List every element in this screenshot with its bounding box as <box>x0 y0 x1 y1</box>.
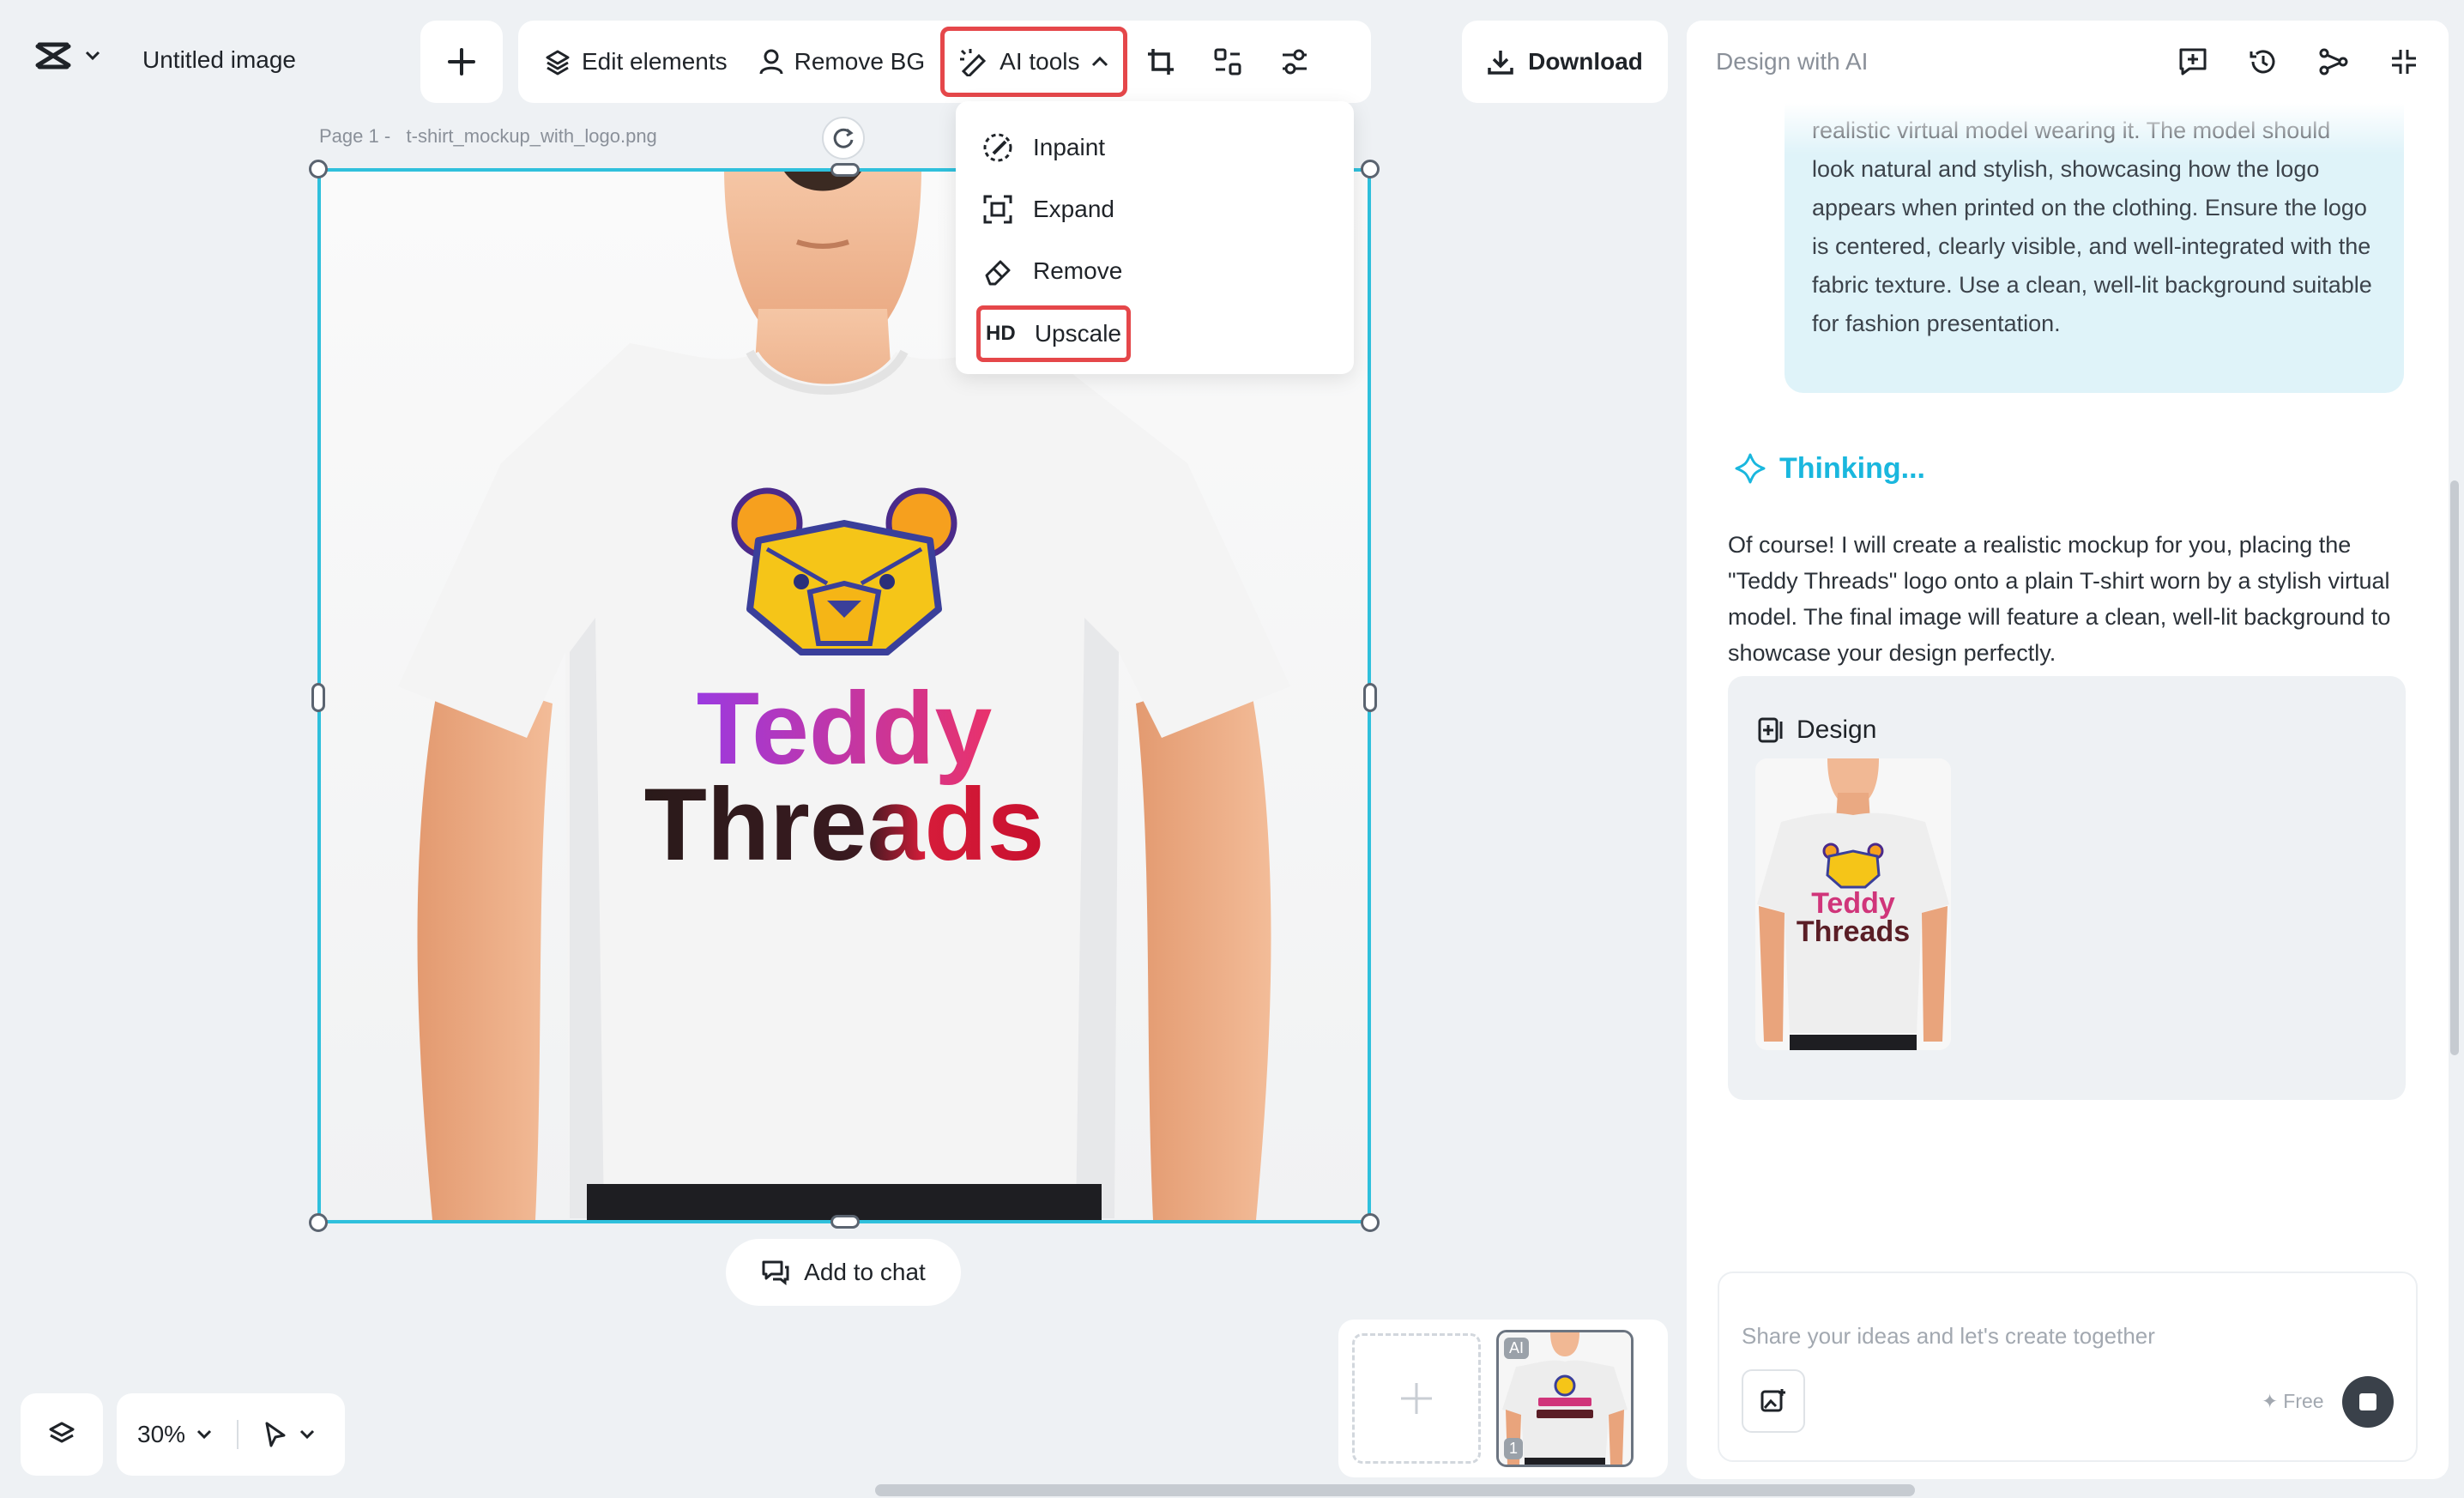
rotate-handle[interactable] <box>822 117 865 160</box>
inpaint-icon <box>981 131 1014 164</box>
ai-tools-menu: Inpaint Expand Remove HD Upscale <box>956 101 1354 374</box>
chevron-down-icon[interactable] <box>196 1429 213 1441</box>
resize-handle-bottom-left[interactable] <box>309 1213 328 1232</box>
pointer-icon[interactable] <box>263 1421 288 1448</box>
thinking-indicator: Thinking... <box>1733 451 1925 486</box>
download-button[interactable]: Download <box>1462 21 1668 103</box>
remove-bg-button[interactable]: Remove BG <box>743 31 941 93</box>
file-name: t-shirt_mockup_with_logo.png <box>406 125 657 147</box>
chevron-down-icon <box>84 50 101 62</box>
design-result-card[interactable]: Design Teddy Threads <box>1728 676 2406 1100</box>
document-title[interactable]: Untitled image <box>142 46 296 74</box>
design-preview-image[interactable]: Teddy Threads <box>1755 758 1951 1050</box>
resize-handle-bottom-right[interactable] <box>1361 1213 1380 1232</box>
design-preview-graphic: Teddy Threads <box>1755 758 1951 1050</box>
panel-header: Design with AI <box>1687 21 2449 103</box>
arrange-icon <box>1213 47 1242 76</box>
zoom-controls: 30% <box>117 1393 345 1476</box>
magic-pen-icon <box>958 47 989 76</box>
page-label: Page 1 - t-shirt_mockup_with_logo.png <box>319 125 657 147</box>
chevron-down-icon[interactable] <box>299 1429 316 1441</box>
edit-elements-button[interactable]: Edit elements <box>528 31 743 93</box>
edit-elements-label: Edit elements <box>582 48 728 75</box>
ai-spark-icon <box>1733 451 1767 486</box>
free-label: ✦ Free <box>2262 1390 2324 1412</box>
zoom-level[interactable]: 30% <box>137 1421 185 1448</box>
horizontal-scrollbar[interactable] <box>875 1484 1915 1496</box>
chat-input-box[interactable]: Share your ideas and let's create togeth… <box>1718 1271 2418 1462</box>
download-label: Download <box>1528 48 1643 75</box>
new-chat-icon[interactable] <box>2177 46 2208 77</box>
edit-toolbar: Edit elements Remove BG AI tools <box>518 21 1371 103</box>
page-number-badge: 1 <box>1504 1438 1524 1459</box>
resize-handle-right[interactable] <box>1363 683 1377 712</box>
assistant-reply: Of course! I will create a realistic moc… <box>1728 532 2391 666</box>
capcut-logo-icon <box>34 41 72 70</box>
add-button[interactable] <box>420 21 503 103</box>
design-label: Design <box>1757 716 1876 745</box>
panel-title: Design with AI <box>1716 48 1869 75</box>
collapse-icon[interactable] <box>2389 46 2419 77</box>
page-thumbnail[interactable]: AI 1 <box>1496 1330 1634 1467</box>
menu-item-inpaint[interactable]: Inpaint <box>975 117 1335 178</box>
upload-image-button[interactable] <box>1742 1369 1805 1433</box>
ai-badge: AI <box>1504 1338 1530 1359</box>
preview-logo-line2: Threads <box>1797 915 1910 948</box>
chevron-up-icon <box>1090 56 1109 68</box>
design-icon <box>1757 716 1785 744</box>
chat-input-placeholder[interactable]: Share your ideas and let's create togeth… <box>1742 1323 2155 1350</box>
page-thumbnails: AI 1 <box>1338 1320 1668 1477</box>
stop-icon <box>2359 1393 2376 1410</box>
history-icon[interactable] <box>2248 46 2279 77</box>
stop-generation-button[interactable] <box>2342 1376 2394 1428</box>
add-to-chat-button[interactable]: Add to chat <box>726 1239 961 1306</box>
divider <box>237 1420 239 1449</box>
app-menu-button[interactable] <box>34 41 101 70</box>
adjust-button[interactable] <box>1261 31 1328 93</box>
rotate-icon <box>831 126 855 150</box>
resize-handle-left[interactable] <box>311 683 325 712</box>
sliders-icon <box>1280 47 1309 76</box>
resize-handle-top-right[interactable] <box>1361 160 1380 178</box>
arrange-button[interactable] <box>1194 31 1261 93</box>
layers-icon <box>544 48 571 76</box>
ai-tools-label: AI tools <box>999 48 1080 75</box>
menu-item-remove[interactable]: Remove <box>975 240 1335 302</box>
layers-button[interactable] <box>21 1393 103 1476</box>
resize-handle-top-left[interactable] <box>309 160 328 178</box>
eraser-icon <box>981 255 1014 287</box>
sparkle-icon: ✦ <box>2262 1390 2279 1412</box>
share-flow-icon[interactable] <box>2318 46 2349 77</box>
resize-handle-top[interactable] <box>830 163 860 177</box>
design-with-ai-panel: Design with AI realistic virtual model w… <box>1687 21 2449 1479</box>
crop-button[interactable] <box>1127 31 1194 93</box>
add-page-button[interactable] <box>1352 1333 1481 1464</box>
chat-icon <box>761 1259 790 1286</box>
menu-item-expand[interactable]: Expand <box>975 178 1335 240</box>
remove-bg-label: Remove BG <box>794 48 926 75</box>
hd-icon: HD <box>986 322 1016 345</box>
ai-tools-button[interactable]: AI tools <box>940 27 1127 97</box>
scroll-fade <box>1687 103 2449 154</box>
person-icon <box>758 48 784 76</box>
layers-icon <box>47 1420 76 1449</box>
resize-handle-bottom[interactable] <box>830 1215 860 1229</box>
expand-icon <box>981 193 1014 226</box>
crop-icon <box>1146 47 1175 76</box>
panel-scrollbar[interactable] <box>2450 480 2459 1055</box>
plus-icon <box>447 47 476 76</box>
add-to-chat-label: Add to chat <box>804 1259 926 1285</box>
plus-icon <box>1398 1380 1435 1417</box>
download-icon <box>1487 48 1514 76</box>
menu-item-upscale[interactable]: HD Upscale <box>976 305 1131 362</box>
image-add-icon <box>1760 1387 1787 1415</box>
